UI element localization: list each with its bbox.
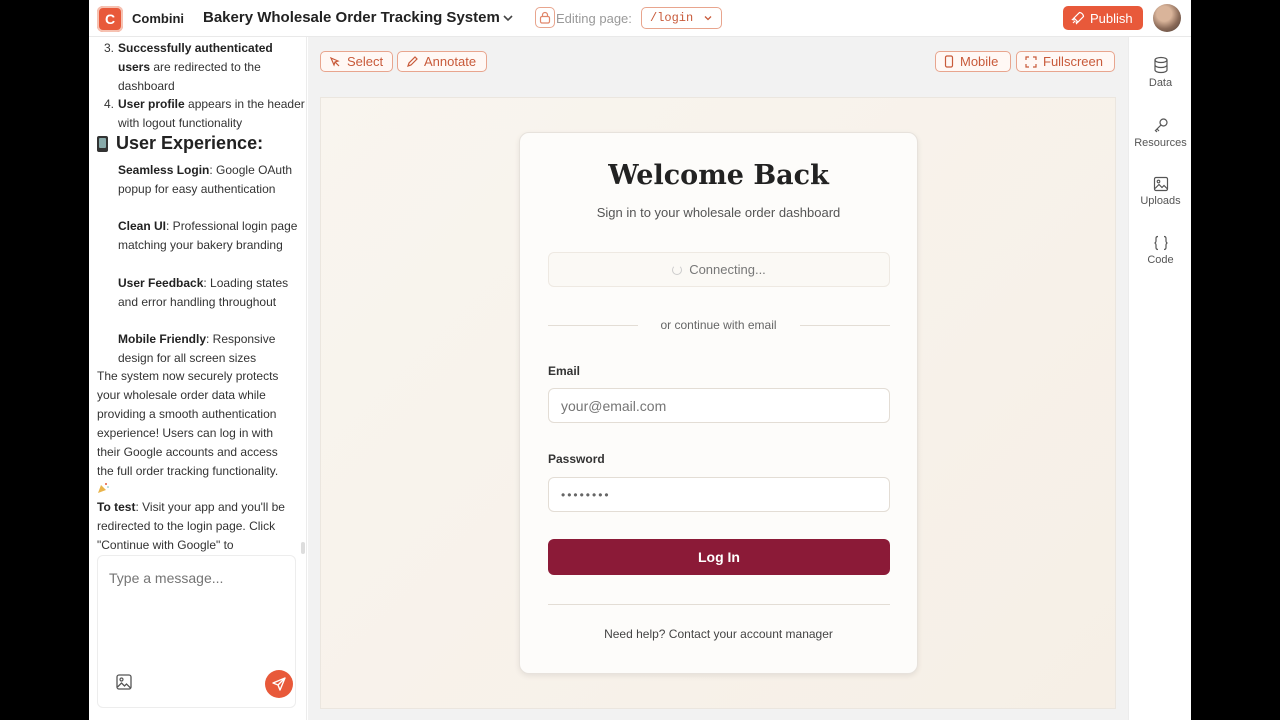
rail-item-resources[interactable]: Resources (1129, 116, 1191, 149)
brand-name: Combini (132, 11, 184, 26)
combini-logo[interactable]: C (97, 6, 123, 32)
database-icon (1153, 56, 1168, 74)
mobile-label: Mobile (960, 54, 999, 69)
divider-line (800, 325, 890, 326)
message-input[interactable] (109, 570, 279, 586)
editing-page-label: Editing page: (556, 11, 632, 26)
divider-line (548, 604, 890, 605)
password-field[interactable]: •••••••• (548, 477, 890, 512)
pencil-icon (407, 55, 418, 67)
summary-paragraph: The system now securely protects your wh… (97, 367, 297, 500)
mobile-button[interactable]: Mobile (935, 51, 1011, 72)
list-item: Seamless Login: Google OAuth popup for e… (118, 163, 293, 196)
send-button[interactable] (265, 670, 293, 698)
login-subtitle: Sign in to your wholesale order dashboar… (596, 205, 841, 220)
chevron-down-icon[interactable] (501, 11, 515, 25)
chat-messages[interactable]: 3. Successfully authenticated users are … (89, 37, 307, 555)
chevron-down-icon (704, 16, 712, 21)
chat-scrollbar[interactable] (301, 542, 305, 554)
right-rail: Data Resources Uploads Code (1128, 37, 1191, 720)
list-number: 3. (104, 41, 115, 55)
password-label: Password (548, 452, 605, 466)
rail-label: Uploads (1140, 195, 1181, 207)
rail-label: Resources (1134, 137, 1187, 149)
list-item: Mobile Friendly: Responsive design for a… (118, 332, 276, 365)
mobile-phone-icon (97, 135, 108, 152)
send-icon (272, 677, 286, 691)
list-item: User Feedback: Loading states and error … (118, 276, 289, 309)
ux-heading: User Experience: (97, 134, 263, 153)
app-window: C Combini Bakery Wholesale Order Trackin… (89, 0, 1191, 720)
key-icon (1154, 118, 1168, 133)
rocket-icon (1071, 11, 1085, 25)
spinner-icon (672, 264, 683, 275)
email-field[interactable] (561, 397, 871, 414)
chat-panel: 3. Successfully authenticated users are … (89, 37, 307, 720)
image-upload-icon[interactable] (115, 673, 133, 691)
test-paragraph: To test: Visit your app and you'll be re… (97, 500, 285, 552)
preview-area: Select Annotate Mobile Fullscreen Welcom… (308, 37, 1128, 720)
mobile-icon (944, 55, 954, 68)
lock-icon[interactable] (535, 7, 555, 28)
select-label: Select (347, 54, 384, 69)
help-text: Need help? Contact your account manager (604, 627, 833, 641)
rail-item-code[interactable]: Code (1129, 235, 1191, 266)
list-number: 4. (104, 97, 115, 111)
google-connecting-button[interactable]: Connecting... (548, 252, 890, 287)
publish-button[interactable]: Publish (1063, 6, 1143, 30)
login-title: Welcome Back (608, 160, 829, 191)
login-button[interactable]: Log In (548, 539, 890, 575)
password-value: •••••••• (561, 487, 611, 502)
list-item: Clean UI: Professional login page matchi… (118, 219, 298, 252)
project-title[interactable]: Bakery Wholesale Order Tracking System (203, 9, 500, 26)
rail-label: Code (1147, 254, 1174, 266)
page-selector[interactable]: /login (641, 7, 722, 29)
annotate-label: Annotate (424, 54, 477, 69)
email-label: Email (548, 364, 581, 378)
app-preview-canvas: Welcome Back Sign in to your wholesale o… (320, 97, 1116, 709)
cursor-icon (329, 56, 340, 67)
email-field-box (548, 388, 890, 423)
top-bar: C Combini Bakery Wholesale Order Trackin… (89, 0, 1191, 37)
rail-item-uploads[interactable]: Uploads (1129, 176, 1191, 207)
user-avatar[interactable] (1153, 4, 1181, 32)
page-path: /login (650, 11, 694, 25)
braces-icon (1153, 235, 1168, 251)
fullscreen-icon (1025, 55, 1037, 68)
login-card: Welcome Back Sign in to your wholesale o… (519, 132, 918, 674)
list-text: Successfully authenticated users are red… (118, 41, 273, 93)
rail-item-data[interactable]: Data (1129, 56, 1191, 89)
connecting-label: Connecting... (689, 262, 766, 277)
message-composer (97, 555, 296, 708)
fullscreen-button[interactable]: Fullscreen (1016, 51, 1115, 72)
publish-label: Publish (1090, 10, 1133, 26)
rail-label: Data (1148, 77, 1173, 89)
select-button[interactable]: Select (320, 51, 393, 72)
party-popper-icon (98, 483, 109, 493)
list-text: User profile appears in the header with … (118, 97, 305, 130)
annotate-button[interactable]: Annotate (397, 51, 487, 72)
fullscreen-label: Fullscreen (1043, 54, 1103, 69)
image-icon (1153, 176, 1168, 192)
